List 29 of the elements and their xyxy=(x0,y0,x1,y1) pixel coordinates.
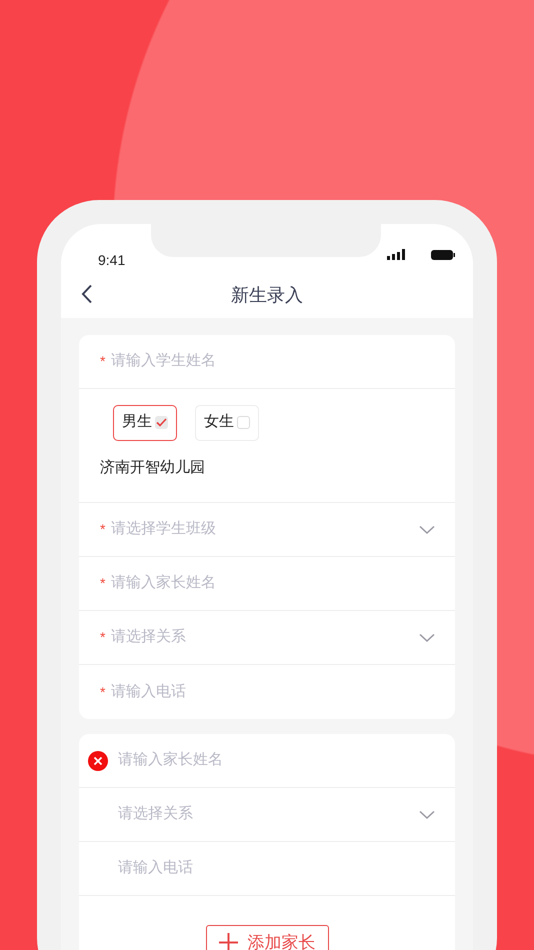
input-field[interactable]: 请输入学生姓名 xyxy=(111,350,435,373)
input-field[interactable]: 请输入家长姓名 xyxy=(111,572,435,595)
chevron-down-icon xyxy=(419,810,435,820)
school-name: 济南开智幼儿园 xyxy=(100,458,205,478)
gender-option[interactable]: 女生 xyxy=(195,404,259,440)
select-field[interactable]: 请选择关系 xyxy=(118,803,435,826)
select-field[interactable]: 请选择学生班级 xyxy=(111,518,435,541)
add-parent-button[interactable]: 添加家长 xyxy=(206,925,328,950)
required-asterisk: * xyxy=(100,352,106,371)
remove-icon[interactable] xyxy=(88,750,108,770)
back-button[interactable] xyxy=(81,284,93,304)
select-field[interactable]: 请选择关系 xyxy=(111,626,435,649)
required-asterisk: * xyxy=(100,520,106,539)
input-field[interactable]: 请输入家长姓名 xyxy=(118,749,435,772)
back-icon xyxy=(81,284,93,304)
page-title: 新生录入 xyxy=(231,284,303,306)
signal-icon xyxy=(387,249,405,260)
chevron-down-icon xyxy=(419,632,435,642)
chevron-down-icon xyxy=(419,524,435,534)
gender-option[interactable]: 男生 xyxy=(113,404,177,440)
battery-icon xyxy=(431,250,455,260)
plus-icon xyxy=(218,933,238,950)
required-asterisk: * xyxy=(100,628,106,647)
input-field[interactable]: 请输入电话 xyxy=(118,857,435,880)
status-time: 9:41 xyxy=(98,251,126,270)
check-icon xyxy=(156,418,167,427)
required-asterisk: * xyxy=(100,574,106,593)
required-asterisk: * xyxy=(100,682,106,702)
input-field[interactable]: 请输入电话 xyxy=(111,680,435,704)
